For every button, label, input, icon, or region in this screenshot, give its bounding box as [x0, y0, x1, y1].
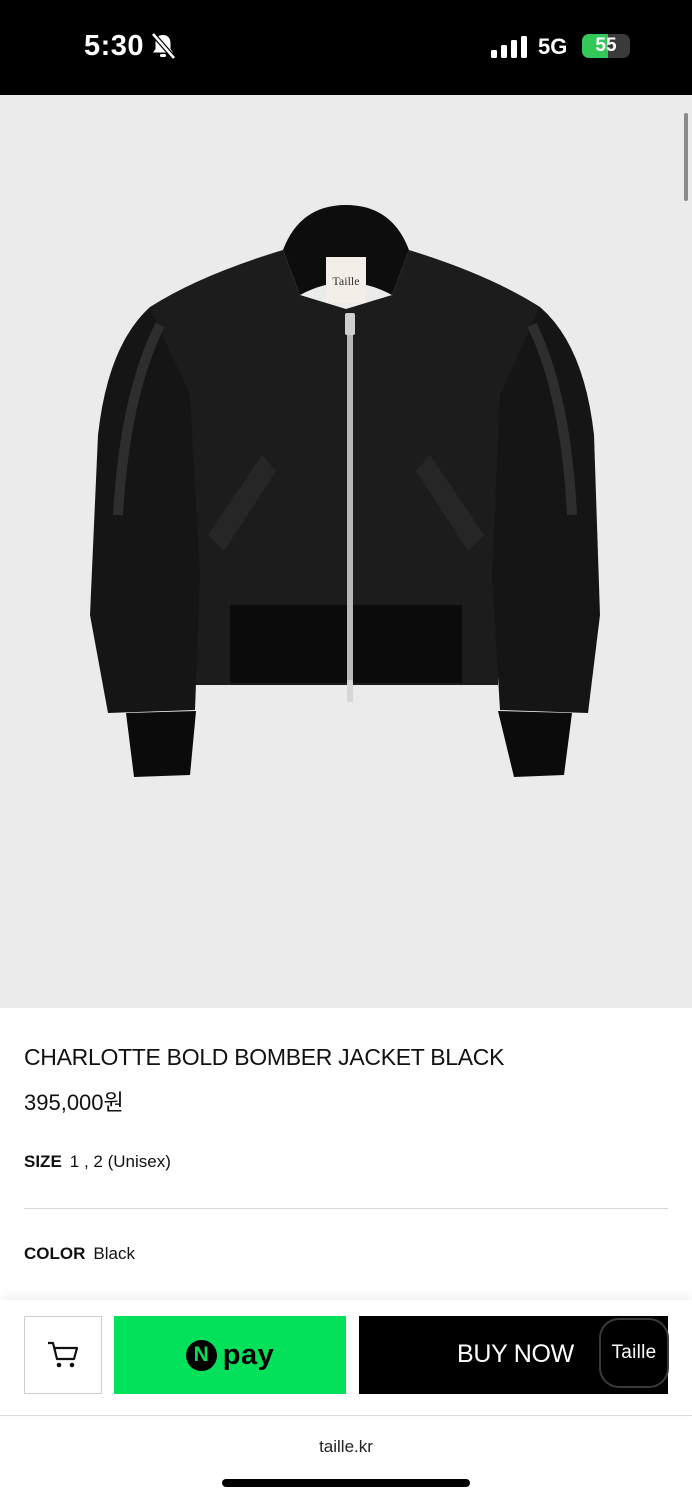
action-bar: N pay BUY NOW	[0, 1300, 692, 1416]
cart-button[interactable]	[24, 1316, 102, 1394]
network-type: 5G	[538, 34, 568, 59]
home-indicator[interactable]	[222, 1479, 470, 1487]
color-label: COLOR	[24, 1244, 86, 1263]
bell-muted-icon	[151, 32, 176, 60]
size-value: 1 , 2 (Unisex)	[69, 1152, 171, 1171]
product-image[interactable]: Taille	[0, 95, 692, 1008]
product-price: 395,000원	[24, 1090, 124, 1115]
status-time: 5:30	[84, 30, 145, 62]
battery-level: 55	[595, 35, 617, 56]
divider	[24, 1208, 668, 1209]
size-label: SIZE	[24, 1152, 62, 1171]
product-name: CHARLOTTE BOLD BOMBER JACKET BLACK	[24, 1044, 505, 1070]
bomber-jacket-image: Taille	[90, 205, 600, 777]
cart-icon	[48, 1341, 79, 1368]
battery-icon: 55	[582, 34, 630, 58]
npay-label: pay	[222, 1338, 275, 1371]
color-row: COLOR Black	[24, 1244, 135, 1264]
cellular-signal-icon	[491, 36, 527, 58]
buy-now-label: BUY NOW	[457, 1340, 574, 1368]
npay-button[interactable]: N pay	[114, 1316, 346, 1394]
size-row: SIZE 1 , 2 (Unisex)	[24, 1152, 171, 1172]
status-bar: 5:30 5G 55	[0, 0, 692, 95]
npay-logo-icon: N	[185, 1339, 217, 1371]
neck-label-text: Taille	[332, 274, 359, 288]
browser-url[interactable]: taille.kr	[0, 1437, 692, 1457]
color-value: Black	[93, 1244, 135, 1263]
taille-floating-button[interactable]: Taille	[599, 1318, 669, 1388]
scrollbar[interactable]	[684, 113, 688, 201]
